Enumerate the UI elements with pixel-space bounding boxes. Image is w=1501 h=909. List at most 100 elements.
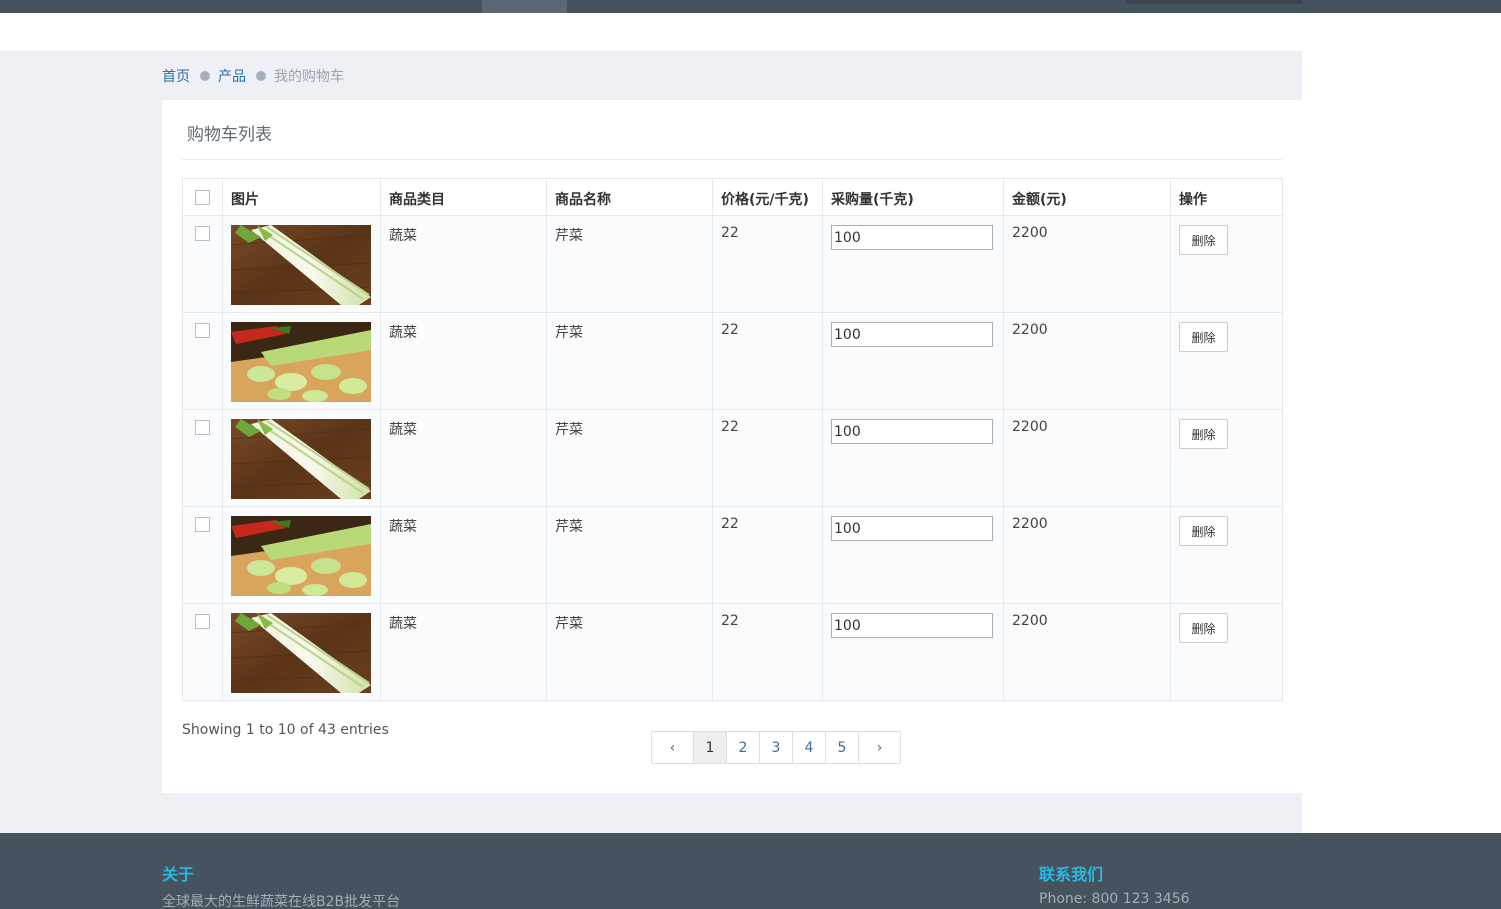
quantity-input[interactable] bbox=[831, 419, 993, 444]
quantity-input[interactable] bbox=[831, 225, 993, 250]
top-navbar bbox=[0, 0, 1501, 13]
action-cell: 删除 bbox=[1170, 506, 1283, 604]
breadcrumb-separator-icon bbox=[200, 71, 210, 81]
delete-button[interactable]: 删除 bbox=[1179, 419, 1228, 449]
table-row: 蔬菜芹菜22 2200 删除 bbox=[182, 215, 1283, 313]
amount-cell: 2200 bbox=[1003, 312, 1171, 410]
nav-item-active[interactable] bbox=[482, 0, 567, 13]
action-cell: 删除 bbox=[1170, 312, 1283, 410]
footer: 关于 全球最大的生鲜蔬菜在线B2B批发平台 联系我们 Phone: 800 12… bbox=[0, 833, 1501, 909]
amount-cell: 2200 bbox=[1003, 603, 1171, 701]
product-image[interactable] bbox=[231, 419, 372, 499]
price-cell: 22 bbox=[712, 215, 823, 313]
quantity-input[interactable] bbox=[831, 613, 993, 638]
category-cell: 蔬菜 bbox=[380, 215, 547, 313]
footer-contact-text: Phone: 800 123 3456 bbox=[1039, 891, 1190, 907]
header-select-all bbox=[182, 178, 223, 216]
table-header-row: 图片 商品类目 商品名称 价格(元/千克) 采购量(千克) 金额(元) 操作 bbox=[182, 178, 1283, 216]
header-amount: 金额(元) bbox=[1003, 178, 1171, 216]
price-cell: 22 bbox=[712, 603, 823, 701]
row-select-cell bbox=[182, 215, 223, 313]
category-cell: 蔬菜 bbox=[380, 312, 547, 410]
product-image-cell bbox=[222, 215, 381, 313]
pagination-page-2[interactable]: 2 bbox=[726, 731, 760, 764]
header-image: 图片 bbox=[222, 178, 381, 216]
delete-button[interactable]: 删除 bbox=[1179, 322, 1228, 352]
row-checkbox[interactable] bbox=[195, 420, 210, 435]
action-cell: 删除 bbox=[1170, 603, 1283, 701]
product-image[interactable] bbox=[231, 225, 372, 305]
select-all-checkbox[interactable] bbox=[195, 190, 210, 205]
price-cell: 22 bbox=[712, 506, 823, 604]
row-checkbox[interactable] bbox=[195, 226, 210, 241]
amount-cell: 2200 bbox=[1003, 506, 1171, 604]
row-checkbox[interactable] bbox=[195, 517, 210, 532]
breadcrumb-home[interactable]: 首页 bbox=[162, 66, 190, 86]
pagination-page-1[interactable]: 1 bbox=[693, 731, 727, 764]
cart-panel: 购物车列表 图片 商品类目 商品名称 价格(元/千克) 采购量(千克) 金额(元… bbox=[162, 100, 1302, 793]
product-image[interactable] bbox=[231, 516, 372, 596]
product-image-cell bbox=[222, 409, 381, 507]
name-cell: 芹菜 bbox=[546, 409, 713, 507]
pagination-page-5[interactable]: 5 bbox=[825, 731, 859, 764]
price-cell: 22 bbox=[712, 312, 823, 410]
name-cell: 芹菜 bbox=[546, 312, 713, 410]
delete-button[interactable]: 删除 bbox=[1179, 613, 1228, 643]
name-cell: 芹菜 bbox=[546, 506, 713, 604]
pagination-next-button[interactable]: › bbox=[858, 731, 901, 764]
footer-about-title: 关于 bbox=[162, 865, 195, 884]
quantity-input[interactable] bbox=[831, 322, 993, 347]
table-row: 蔬菜芹菜22 2200 删除 bbox=[182, 506, 1283, 604]
table-row: 蔬菜芹菜22 2200 删除 bbox=[182, 603, 1283, 701]
footer-contact-title: 联系我们 bbox=[1039, 865, 1104, 884]
breadcrumb: 首页 产品 我的购物车 bbox=[162, 66, 344, 86]
product-image-cell bbox=[222, 506, 381, 604]
pagination: ‹ 1 2 3 4 5 › bbox=[651, 731, 901, 764]
pagination-prev-button[interactable]: ‹ bbox=[651, 731, 694, 764]
table-row: 蔬菜芹菜22 2200 删除 bbox=[182, 312, 1283, 410]
panel-title: 购物车列表 bbox=[187, 125, 272, 145]
quantity-cell bbox=[822, 506, 1004, 604]
quantity-cell bbox=[822, 312, 1004, 410]
row-select-cell bbox=[182, 409, 223, 507]
breadcrumb-separator-icon bbox=[256, 71, 266, 81]
footer-about-text: 全球最大的生鲜蔬菜在线B2B批发平台 bbox=[162, 894, 401, 909]
breadcrumb-products[interactable]: 产品 bbox=[218, 66, 246, 86]
row-select-cell bbox=[182, 312, 223, 410]
price-cell: 22 bbox=[712, 409, 823, 507]
header-quantity: 采购量(千克) bbox=[822, 178, 1004, 216]
quantity-input[interactable] bbox=[831, 516, 993, 541]
action-cell: 删除 bbox=[1170, 409, 1283, 507]
divider bbox=[182, 159, 1282, 160]
quantity-cell bbox=[822, 409, 1004, 507]
header-price: 价格(元/千克) bbox=[712, 178, 823, 216]
table-row: 蔬菜芹菜22 2200 删除 bbox=[182, 409, 1283, 507]
quantity-cell bbox=[822, 215, 1004, 313]
category-cell: 蔬菜 bbox=[380, 603, 547, 701]
product-image[interactable] bbox=[231, 322, 372, 402]
amount-cell: 2200 bbox=[1003, 409, 1171, 507]
amount-cell: 2200 bbox=[1003, 215, 1171, 313]
name-cell: 芹菜 bbox=[546, 603, 713, 701]
row-checkbox[interactable] bbox=[195, 614, 210, 629]
row-select-cell bbox=[182, 506, 223, 604]
entries-info: Showing 1 to 10 of 43 entries bbox=[182, 722, 389, 738]
product-image[interactable] bbox=[231, 613, 372, 693]
delete-button[interactable]: 删除 bbox=[1179, 225, 1228, 255]
delete-button[interactable]: 删除 bbox=[1179, 516, 1228, 546]
category-cell: 蔬菜 bbox=[380, 506, 547, 604]
row-select-cell bbox=[182, 603, 223, 701]
pagination-page-4[interactable]: 4 bbox=[792, 731, 826, 764]
product-image-cell bbox=[222, 603, 381, 701]
name-cell: 芹菜 bbox=[546, 215, 713, 313]
quantity-cell bbox=[822, 603, 1004, 701]
row-checkbox[interactable] bbox=[195, 323, 210, 338]
header-category: 商品类目 bbox=[380, 178, 547, 216]
pagination-page-3[interactable]: 3 bbox=[759, 731, 793, 764]
search-box[interactable] bbox=[1126, 0, 1302, 4]
product-image-cell bbox=[222, 312, 381, 410]
header-name: 商品名称 bbox=[546, 178, 713, 216]
action-cell: 删除 bbox=[1170, 215, 1283, 313]
header-action: 操作 bbox=[1170, 178, 1283, 216]
breadcrumb-current: 我的购物车 bbox=[274, 69, 344, 85]
